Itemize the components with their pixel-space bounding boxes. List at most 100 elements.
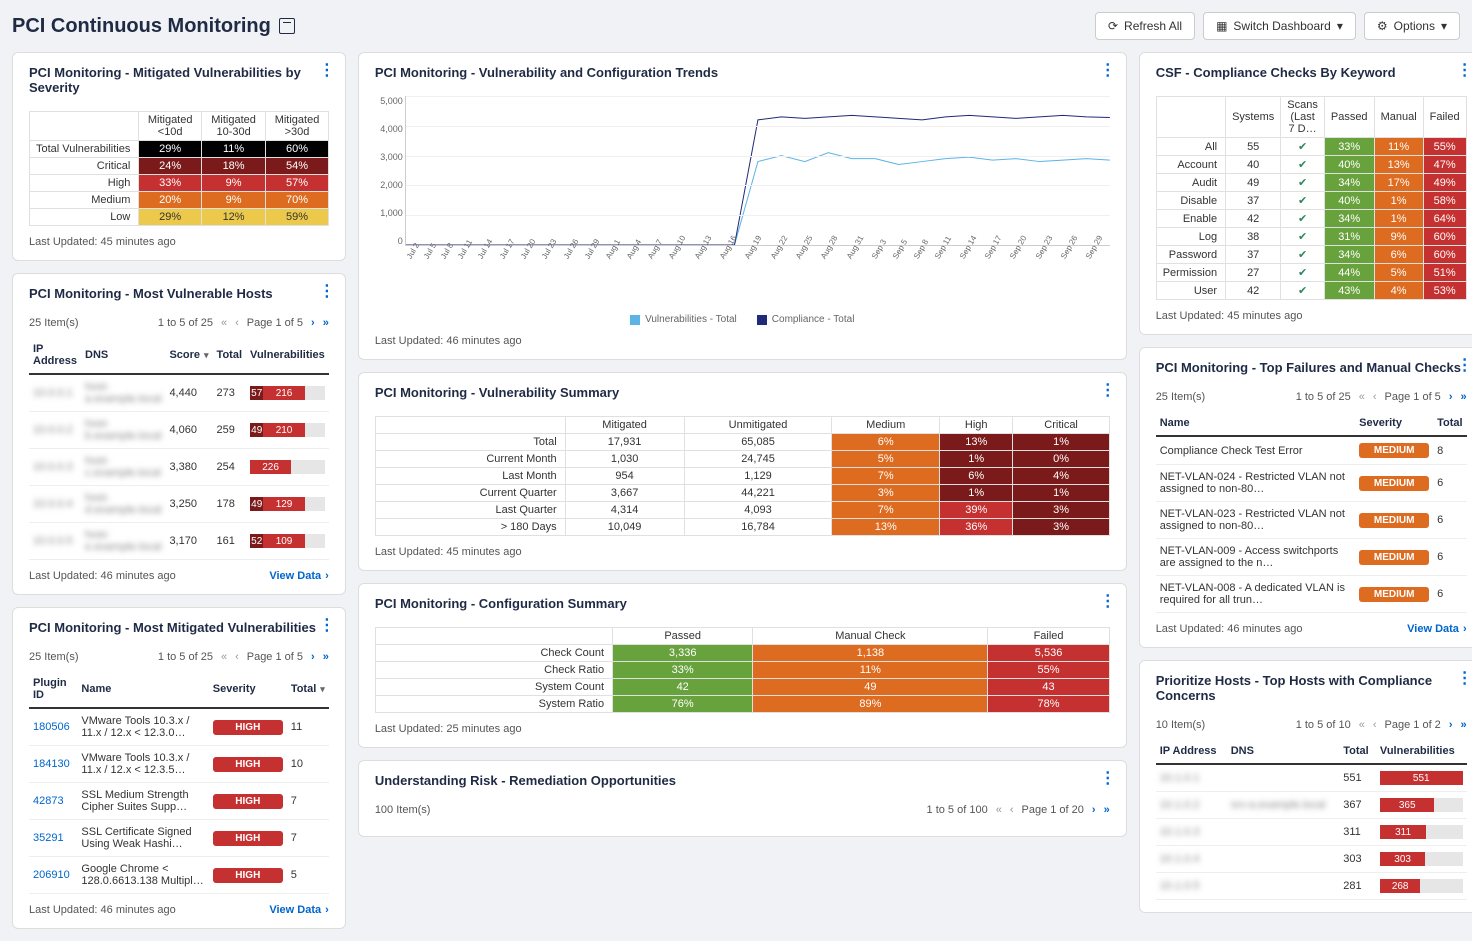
view-data-link[interactable]: View Data ›: [1407, 623, 1466, 635]
table-row[interactable]: 184130VMware Tools 10.3.x / 11.x / 12.x …: [29, 746, 329, 783]
table-row[interactable]: 10.0.0.2host-b.example.local4,0602594921…: [29, 412, 329, 449]
page-next-icon[interactable]: ›: [1449, 719, 1453, 731]
card-title: PCI Monitoring - Configuration Summary: [375, 596, 1110, 617]
table-row[interactable]: Compliance Check Test ErrorMEDIUM8: [1156, 436, 1467, 465]
card-title: Prioritize Hosts - Top Hosts with Compli…: [1156, 673, 1467, 709]
page-first-icon[interactable]: «: [1359, 719, 1365, 731]
card-vuln-summary: ⋮ PCI Monitoring - Vulnerability Summary…: [358, 372, 1127, 571]
item-count: 25 Item(s): [1156, 391, 1206, 403]
view-data-link[interactable]: View Data ›: [269, 904, 328, 916]
card-vulnerable-hosts: ⋮ PCI Monitoring - Most Vulnerable Hosts…: [12, 273, 346, 595]
last-updated: Last Updated: 46 minutes ago: [375, 335, 522, 347]
page-next-icon[interactable]: ›: [311, 317, 315, 329]
card-menu-icon[interactable]: ⋮: [1100, 63, 1116, 79]
refresh-icon: ⟳: [1108, 19, 1118, 33]
grid-icon: ▦: [1216, 19, 1227, 33]
card-config-summary: ⋮ PCI Monitoring - Configuration Summary…: [358, 583, 1127, 748]
table-row[interactable]: NET-VLAN-009 - Access switchports are as…: [1156, 539, 1467, 576]
header-actions: ⟳Refresh All ▦Switch Dashboard▾ ⚙Options…: [1095, 12, 1460, 40]
gear-icon: ⚙: [1377, 19, 1388, 33]
chevron-down-icon: ▾: [1441, 19, 1447, 33]
page-prev-icon[interactable]: ‹: [1373, 719, 1377, 731]
card-trends: ⋮ PCI Monitoring - Vulnerability and Con…: [358, 52, 1127, 360]
card-title: CSF - Compliance Checks By Keyword: [1156, 65, 1467, 86]
page-first-icon[interactable]: «: [996, 804, 1002, 816]
card-menu-icon[interactable]: ⋮: [319, 284, 335, 300]
card-csf: ⋮ CSF - Compliance Checks By Keyword Sys…: [1139, 52, 1472, 335]
chevron-down-icon: ▾: [1337, 19, 1343, 33]
card-menu-icon[interactable]: ⋮: [319, 618, 335, 634]
options-button[interactable]: ⚙Options▾: [1364, 12, 1460, 40]
table-row[interactable]: NET-VLAN-008 - A dedicated VLAN is requi…: [1156, 576, 1467, 613]
item-count: 25 Item(s): [29, 651, 79, 663]
page-next-icon[interactable]: ›: [1449, 391, 1453, 403]
page-prev-icon[interactable]: ‹: [235, 651, 239, 663]
last-updated: Last Updated: 45 minutes ago: [1156, 310, 1303, 322]
card-risk: ⋮ Understanding Risk - Remediation Oppor…: [358, 760, 1127, 837]
page-title: PCI Continuous Monitoring: [12, 15, 295, 38]
item-count: 25 Item(s): [29, 317, 79, 329]
table-row[interactable]: 10.0.0.5host-e.example.local3,1701615210…: [29, 523, 329, 560]
table-row[interactable]: 10.1.0.3311311: [1156, 819, 1467, 846]
page-first-icon[interactable]: «: [221, 651, 227, 663]
last-updated: Last Updated: 25 minutes ago: [375, 723, 522, 735]
last-updated: Last Updated: 46 minutes ago: [1156, 623, 1303, 635]
page-prev-icon[interactable]: ‹: [1010, 804, 1014, 816]
card-menu-icon[interactable]: ⋮: [1457, 63, 1472, 79]
card-menu-icon[interactable]: ⋮: [1100, 594, 1116, 610]
table-row[interactable]: 10.0.0.4host-d.example.local3,2501784912…: [29, 486, 329, 523]
config-summary-table: Passed Manual Check Failed Check Count3,…: [375, 627, 1110, 713]
page-first-icon[interactable]: «: [1359, 391, 1365, 403]
card-menu-icon[interactable]: ⋮: [1100, 771, 1116, 787]
view-data-link[interactable]: View Data ›: [269, 570, 328, 582]
table-row[interactable]: 10.1.0.2srv-a.example.local367365: [1156, 792, 1467, 819]
page-prev-icon[interactable]: ‹: [1373, 391, 1377, 403]
last-updated: Last Updated: 45 minutes ago: [29, 236, 176, 248]
last-updated: Last Updated: 46 minutes ago: [29, 570, 176, 582]
page-next-icon[interactable]: ›: [311, 651, 315, 663]
page-prev-icon[interactable]: ‹: [235, 317, 239, 329]
card-mitigated-vulns: ⋮ PCI Monitoring - Most Mitigated Vulner…: [12, 607, 346, 929]
csf-table: Systems Scans (Last 7 D… Passed Manual F…: [1156, 96, 1467, 300]
table-row[interactable]: NET-VLAN-024 - Restricted VLAN not assig…: [1156, 465, 1467, 502]
card-mitigated-severity: ⋮ PCI Monitoring - Mitigated Vulnerabili…: [12, 52, 346, 261]
page-last-icon[interactable]: »: [1104, 804, 1110, 816]
table-row[interactable]: NET-VLAN-023 - Restricted VLAN not assig…: [1156, 502, 1467, 539]
table-row[interactable]: 10.0.0.1host-a.example.local4,4402735721…: [29, 374, 329, 412]
card-prioritize: ⋮ Prioritize Hosts - Top Hosts with Comp…: [1139, 660, 1472, 913]
table-row[interactable]: 10.1.0.5281268: [1156, 873, 1467, 900]
card-menu-icon[interactable]: ⋮: [319, 63, 335, 79]
table-row[interactable]: 10.1.0.4303303: [1156, 846, 1467, 873]
item-count: 100 Item(s): [375, 804, 431, 816]
mitigated-vulns-table: Plugin ID Name Severity Total 180506VMwa…: [29, 671, 329, 894]
table-row[interactable]: 180506VMware Tools 10.3.x / 11.x / 12.x …: [29, 708, 329, 746]
item-count: 10 Item(s): [1156, 719, 1206, 731]
page-last-icon[interactable]: »: [323, 651, 329, 663]
table-row[interactable]: 10.0.0.3host-c.example.local3,380254226: [29, 449, 329, 486]
switch-dashboard-button[interactable]: ▦Switch Dashboard▾: [1203, 12, 1356, 40]
vuln-hosts-table: IP Address DNS Score Total Vulnerabiliti…: [29, 337, 329, 560]
page-last-icon[interactable]: »: [1460, 391, 1466, 403]
card-title: PCI Monitoring - Most Vulnerable Hosts: [29, 286, 329, 307]
page-next-icon[interactable]: ›: [1092, 804, 1096, 816]
mitigated-severity-table: Mitigated <10dMitigated 10-30dMitigated …: [29, 111, 329, 226]
card-title: PCI Monitoring - Vulnerability and Confi…: [375, 65, 1110, 86]
card-title: PCI Monitoring - Most Mitigated Vulnerab…: [29, 620, 329, 641]
page-last-icon[interactable]: »: [323, 317, 329, 329]
table-row[interactable]: 206910Google Chrome < 128.0.6613.138 Mul…: [29, 857, 329, 894]
dashboard-icon: [279, 18, 295, 34]
trends-chart: 5,0004,0003,0002,0001,0000: [405, 96, 1110, 246]
card-menu-icon[interactable]: ⋮: [1457, 358, 1472, 374]
last-updated: Last Updated: 46 minutes ago: [29, 904, 176, 916]
page-first-icon[interactable]: «: [221, 317, 227, 329]
page-last-icon[interactable]: »: [1460, 719, 1466, 731]
refresh-all-button[interactable]: ⟳Refresh All: [1095, 12, 1195, 40]
table-row[interactable]: 42873SSL Medium Strength Cipher Suites S…: [29, 783, 329, 820]
failures-table: Name Severity Total Compliance Check Tes…: [1156, 411, 1467, 613]
card-title: PCI Monitoring - Mitigated Vulnerabiliti…: [29, 65, 329, 101]
card-title: PCI Monitoring - Vulnerability Summary: [375, 385, 1110, 406]
card-menu-icon[interactable]: ⋮: [1100, 383, 1116, 399]
card-menu-icon[interactable]: ⋮: [1457, 671, 1472, 687]
last-updated: Last Updated: 45 minutes ago: [375, 546, 522, 558]
table-row[interactable]: 10.1.0.1551551: [1156, 764, 1467, 792]
